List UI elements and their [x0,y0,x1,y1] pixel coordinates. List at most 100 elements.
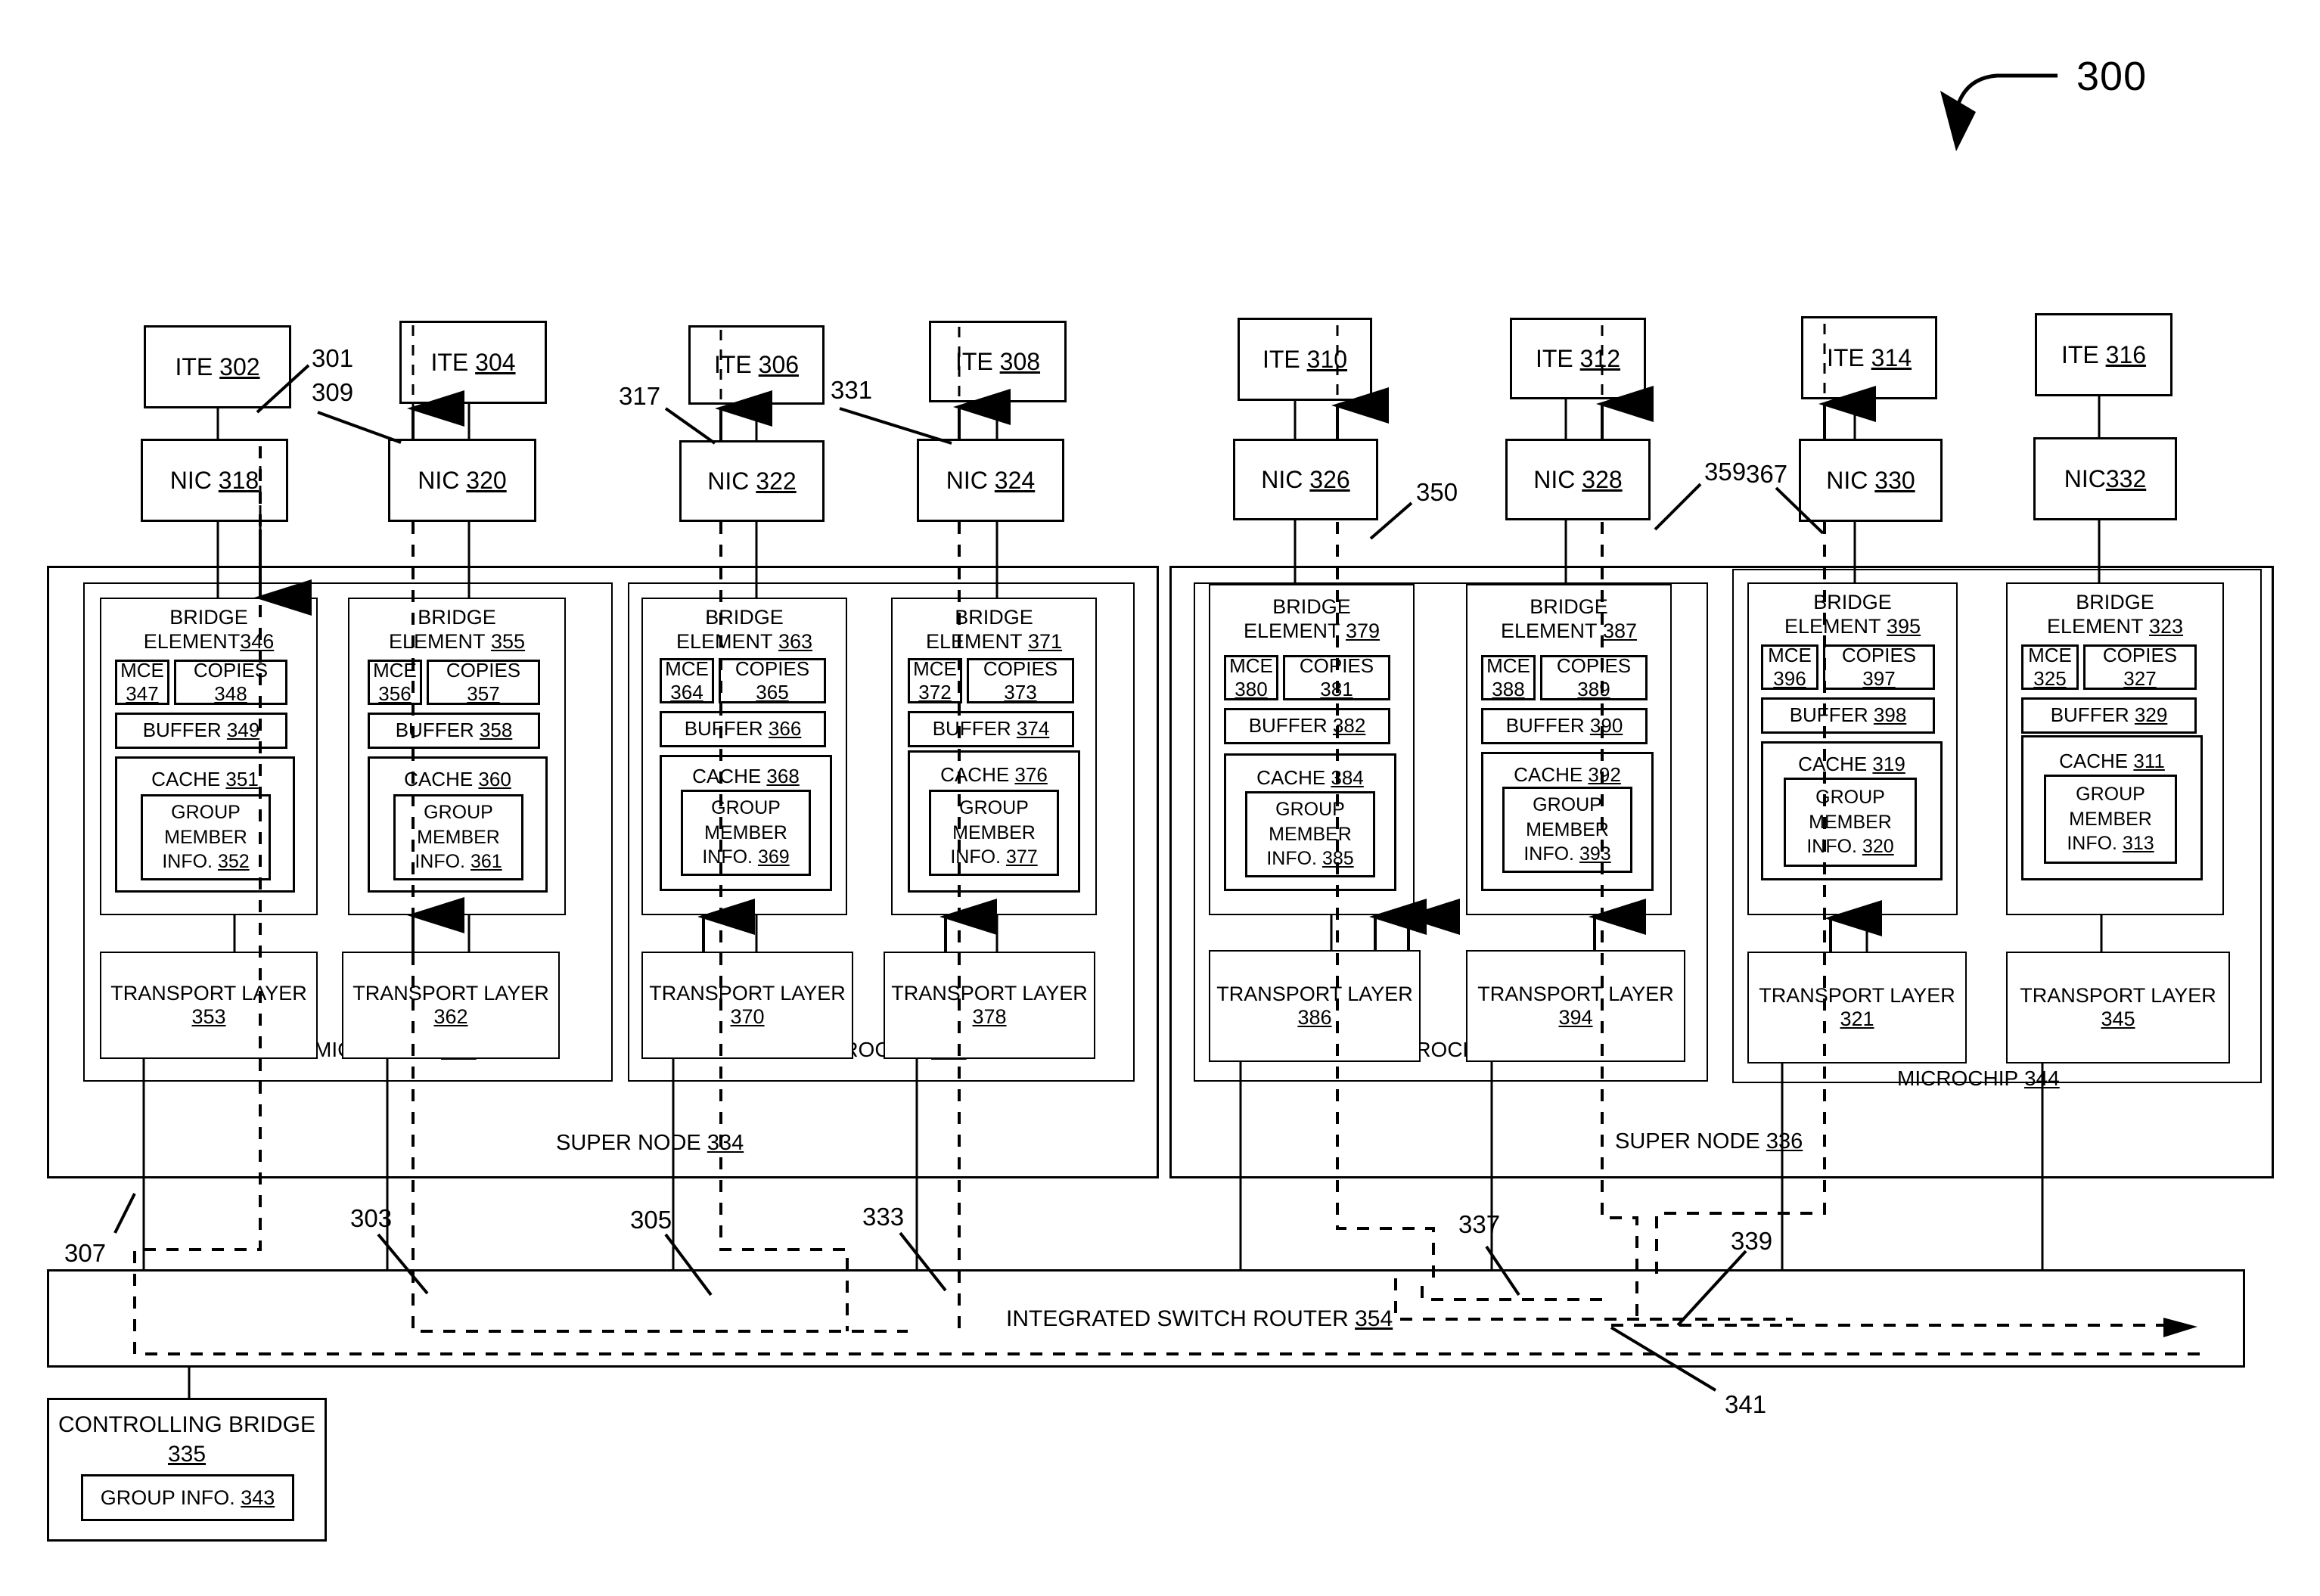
integrated-switch-router-label: INTEGRATED SWITCH ROUTER 354 [1006,1306,1393,1331]
ite-314-box: ITE 314 [1801,316,1937,399]
ite-306-label: ITE [713,351,752,378]
nic-328-label: NIC [1533,465,1576,493]
bridge-element-346-box: BRIDGE ELEMENT346 MCE 347 COPIES 348 BUFFE… [100,598,318,915]
ite-302-num: 302 [219,352,260,380]
mce-325-cell: MCE 325 [2021,644,2079,690]
nic-326-num: 326 [1309,465,1350,493]
ref-331: 331 [831,376,873,404]
ite-316-label: ITE [2061,340,2099,368]
ref-333: 333 [862,1203,905,1231]
copies-389-cell: COPIES 389 [1540,654,1648,700]
super-node-336-label: SUPER NODE 336 [1615,1129,1803,1154]
bridge-element-379-box: BRIDGE ELEMENT 379 MCE 380 COPIES 381 BUFF… [1209,584,1415,915]
ref-317: 317 [619,382,661,410]
nic-322-box: NIC 322 [679,440,825,522]
copies-373-cell: COPIES 373 [967,657,1074,703]
nic-332-num: 332 [2105,464,2147,492]
ite-308-num: 308 [999,347,1041,375]
ite-310-box: ITE 310 [1238,318,1372,401]
nic-322-label: NIC [707,467,750,495]
bridge-element-379-title: BRIDGE ELEMENT 379 [1243,595,1381,642]
nic-318-box: NIC 318 [141,439,288,522]
ite-308-box: ITE 308 [929,321,1067,402]
controlling-bridge-title: CONTROLLING BRIDGE 335 [57,1412,316,1467]
bridge-element-346-title: BRIDGE ELEMENT346 [143,606,275,653]
transport-layer-394-box: TRANSPORT LAYER 394 [1466,950,1685,1062]
ref-303: 303 [350,1204,393,1232]
nic-332-box: NIC332 [2033,437,2177,520]
ref-350: 350 [1416,478,1458,506]
ite-312-box: ITE 312 [1510,318,1646,399]
mce-356-cell: MCE 356 [368,659,422,705]
copies-357-cell: COPIES 357 [427,659,540,705]
ref-305: 305 [630,1206,672,1234]
nic-320-num: 320 [466,466,507,494]
transport-layer-386-box: TRANSPORT LAYER 386 [1209,950,1421,1062]
copies-327-cell: COPIES 327 [2083,644,2197,690]
buffer-382-cell: BUFFER 382 [1224,708,1390,744]
copies-348-cell: COPIES 348 [174,659,287,705]
bridge-element-395-title: BRIDGE ELEMENT 395 [1784,591,1921,638]
ite-316-box: ITE 316 [2035,313,2172,396]
microchip-344-label: MICROCHIP 344 [1897,1067,2060,1090]
group-member-info-313-cell: GROUP MEMBER INFO. 313 [2044,775,2177,864]
bridge-element-355-box: BRIDGE ELEMENT 355 MCE 356 COPIES 357 BUFF… [348,598,566,915]
ite-316-num: 316 [2105,340,2147,368]
bridge-element-363-title: BRIDGE ELEMENT 363 [676,606,813,653]
copies-365-cell: COPIES 365 [719,657,826,703]
ite-314-num: 314 [1871,343,1912,371]
nic-330-num: 330 [1874,466,1915,494]
buffer-374-cell: BUFFER 374 [908,711,1074,747]
ite-306-num: 306 [758,351,800,378]
nic-328-num: 328 [1582,465,1623,493]
nic-320-box: NIC 320 [388,439,536,522]
nic-326-box: NIC 326 [1233,439,1378,520]
ite-304-box: ITE 304 [399,321,547,404]
nic-330-box: NIC 330 [1799,439,1943,522]
bridge-element-363-box: BRIDGE ELEMENT 363 MCE 364 COPIES 365 BUFF… [641,598,847,915]
bridge-element-395-box: BRIDGE ELEMENT 395 MCE 396 COPIES 397 BUFF… [1747,582,1958,915]
buffer-390-cell: BUFFER 390 [1481,708,1648,744]
transport-layer-370-box: TRANSPORT LAYER 370 [641,952,853,1059]
group-member-info-393-cell: GROUP MEMBER INFO. 393 [1502,787,1632,873]
mce-380-cell: MCE 380 [1224,654,1278,700]
ite-302-box: ITE 302 [144,325,291,408]
mce-347-cell: MCE 347 [115,659,169,705]
transport-layer-353-box: TRANSPORT LAYER 353 [100,952,318,1059]
group-member-info-361-cell: GROUP MEMBER INFO. 361 [393,794,523,880]
nic-324-label: NIC [946,466,988,494]
mce-364-cell: MCE 364 [660,657,714,703]
nic-330-label: NIC [1826,466,1868,494]
transport-layer-362-box: TRANSPORT LAYER 362 [342,952,560,1059]
ref-339: 339 [1731,1227,1773,1255]
buffer-358-cell: BUFFER 358 [368,713,540,749]
nic-318-num: 318 [218,466,259,494]
ite-302-label: ITE [175,352,213,380]
patent-figure-canvas: 300 ITE 302 ITE 304 ITE 306 ITE 308 ITE … [0,0,2320,1596]
figure-number-label: 300 [2076,54,2148,99]
nic-324-box: NIC 324 [917,439,1064,522]
copies-397-cell: COPIES 397 [1823,644,1935,690]
nic-328-box: NIC 328 [1505,439,1651,520]
transport-layer-378-box: TRANSPORT LAYER 378 [884,952,1095,1059]
group-member-info-385-cell: GROUP MEMBER INFO. 385 [1245,791,1375,877]
buffer-366-cell: BUFFER 366 [660,711,826,747]
mce-372-cell: MCE 372 [908,657,962,703]
ite-304-label: ITE [430,348,469,376]
group-info-343-cell: GROUP INFO. 343 [81,1474,294,1521]
ref-341: 341 [1725,1390,1767,1418]
nic-326-label: NIC [1261,465,1303,493]
controlling-bridge-box: CONTROLLING BRIDGE 335 GROUP INFO. 343 [47,1398,327,1542]
bridge-element-323-title: BRIDGE ELEMENT 323 [2046,591,2184,638]
group-member-info-320-cell: GROUP MEMBER INFO. 320 [1784,778,1917,867]
bridge-element-371-box: BRIDGE ELEMENT 371 MCE 372 COPIES 373 BUFF… [891,598,1097,915]
bridge-element-323-box: BRIDGE ELEMENT 323 MCE 325 COPIES 327 BUFF… [2006,582,2224,915]
bridge-element-371-title: BRIDGE ELEMENT 371 [925,606,1063,653]
nic-318-label: NIC [169,466,212,494]
nic-322-num: 322 [756,467,797,495]
ref-301: 301 [312,344,354,372]
nic-324-num: 324 [994,466,1036,494]
ref-367: 367 [1746,460,1788,488]
mce-388-cell: MCE 388 [1481,654,1536,700]
ite-306-box: ITE 306 [688,325,825,405]
